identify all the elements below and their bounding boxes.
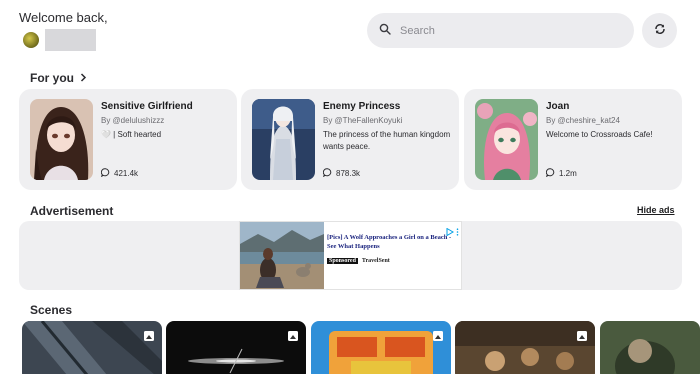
card-chat-count: 421.4k [100,168,139,179]
avatar[interactable] [23,32,39,48]
scene-card[interactable] [166,321,306,374]
for-you-heading[interactable]: For you [30,71,87,85]
ad-headline[interactable]: [Pics] A Wolf Approaches a Girl on a Bea… [327,233,460,251]
scene-card[interactable] [311,321,451,374]
chat-bubble-icon [545,168,555,179]
scene-card[interactable] [22,321,162,374]
character-avatar [475,99,538,180]
ad-image[interactable] [240,222,324,289]
chat-count-value: 878.3k [336,169,361,178]
scenes-heading: Scenes [30,303,73,317]
scene-icon [576,329,588,341]
card-description: 🤍 | Soft hearted [101,130,162,139]
card-name: Joan [546,101,570,112]
sync-icon [654,22,666,40]
advertisement-heading: Advertisement [30,204,114,218]
chat-bubble-icon [322,168,332,179]
card-name: Sensitive Girlfriend [101,101,193,112]
hide-ads-link[interactable]: Hide ads [637,205,675,215]
theme-toggle-button[interactable] [642,13,677,48]
scene-thumbnail [455,321,595,374]
sponsored-label: Sponsored [327,258,358,264]
search-input[interactable] [400,24,600,37]
character-avatar [252,99,315,180]
character-card[interactable]: Sensitive Girlfriend By @delulushizzz 🤍 … [19,89,237,190]
character-card[interactable]: Enemy Princess By @TheFallenKoyuki The p… [241,89,459,190]
card-author[interactable]: By @delulushizzz [101,116,164,125]
chat-count-value: 421.4k [114,169,139,178]
scene-thumbnail [166,321,306,374]
ad-menu-icon[interactable] [456,223,459,241]
card-name: Enemy Princess [323,101,401,112]
chat-bubble-icon [100,168,110,179]
welcome-text: Welcome back, [19,10,108,25]
chat-count-value: 1.2m [559,169,577,178]
scene-thumbnail [600,321,700,374]
character-card[interactable]: Joan By @cheshire_kat24 Welcome to Cross… [464,89,682,190]
scene-card[interactable] [600,321,700,374]
advertiser-name[interactable]: TravelSent [362,258,390,264]
scene-card[interactable] [455,321,595,374]
ad-sponsor-row: Sponsored TravelSent [327,258,390,264]
search-bar[interactable] [367,13,634,48]
scene-thumbnail [22,321,162,374]
scene-thumbnail [311,321,451,374]
chevron-right-icon [80,71,87,85]
ad-choices[interactable] [446,223,459,241]
card-author[interactable]: By @TheFallenKoyuki [323,116,402,125]
adchoices-icon[interactable] [446,223,454,241]
scene-icon [143,329,155,341]
card-description: Welcome to Crossroads Cafe! [546,130,653,139]
card-description: The princess of the human kingdom wants … [323,130,451,151]
for-you-title: For you [30,71,74,85]
scene-icon [287,329,299,341]
character-avatar [30,99,93,180]
scene-icon [432,329,444,341]
card-chat-count: 878.3k [322,168,361,179]
card-author[interactable]: By @cheshire_kat24 [546,116,620,125]
search-icon [379,22,391,40]
card-chat-count: 1.2m [545,168,577,179]
ad-unit[interactable]: [Pics] A Wolf Approaches a Girl on a Bea… [239,221,462,290]
user-row[interactable] [23,29,96,51]
username-redacted [45,29,96,51]
